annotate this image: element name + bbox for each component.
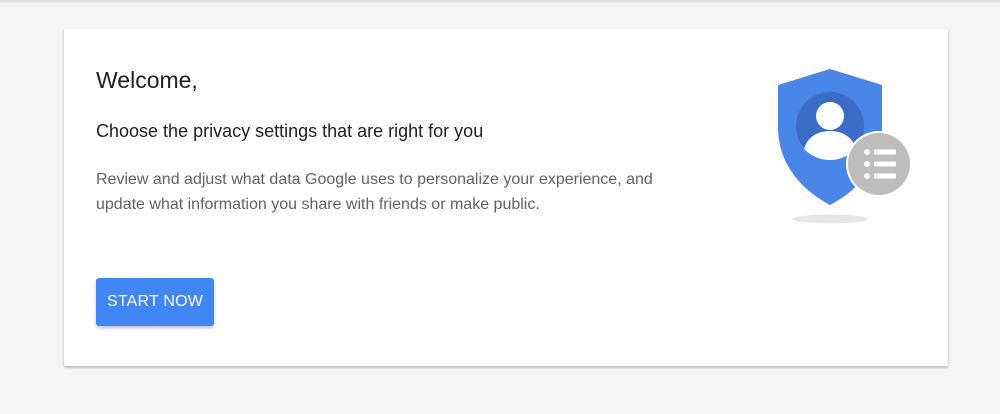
card-heading: Choose the privacy settings that are rig… bbox=[96, 121, 484, 141]
list-icon bbox=[846, 131, 912, 197]
page-title: Welcome, bbox=[96, 67, 198, 93]
card-description: Review and adjust what data Google uses … bbox=[96, 171, 653, 213]
privacy-illustration bbox=[774, 67, 924, 229]
privacy-checkup-card: Welcome, Choose the privacy settings tha… bbox=[64, 29, 948, 366]
top-divider bbox=[0, 0, 1000, 3]
shadow-ellipse bbox=[792, 214, 868, 224]
start-now-button[interactable]: START NOW bbox=[96, 278, 215, 326]
